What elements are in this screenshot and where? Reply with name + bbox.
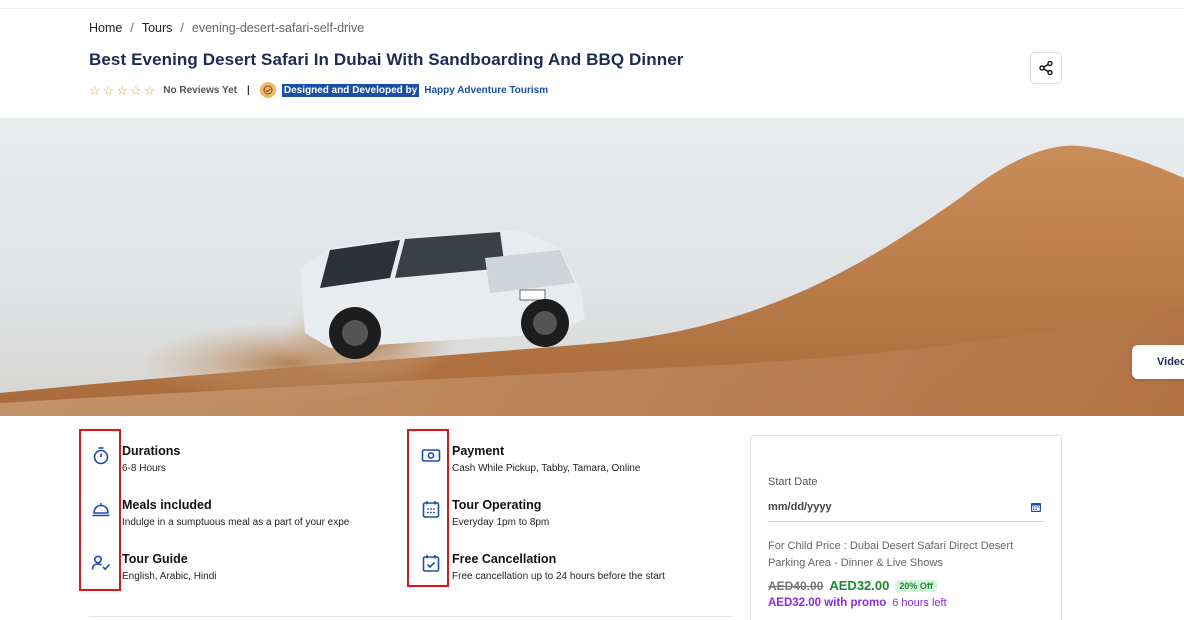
start-date-label: Start Date bbox=[768, 476, 818, 488]
star-empty-icon: ☆ bbox=[143, 82, 156, 98]
child-price-description: For Child Price : Dubai Desert Safari Di… bbox=[768, 540, 1014, 569]
verified-badge-icon bbox=[259, 82, 276, 98]
date-placeholder: mm/dd/yyyy bbox=[768, 501, 832, 513]
discount-badge: 20% Off bbox=[895, 579, 937, 592]
price-row: AED40.00 AED32.00 20% Off bbox=[768, 578, 937, 593]
desert-suv-photo bbox=[0, 145, 1184, 416]
star-empty-icon: ☆ bbox=[116, 82, 128, 98]
booking-panel: Start Date mm/dd/yyyy For Child Price : … bbox=[750, 435, 1062, 620]
feature-desc: Cash While Pickup, Tabby, Tamara, Online bbox=[452, 463, 641, 474]
feature-desc: English, Arabic, Hindi bbox=[122, 571, 217, 582]
section-divider bbox=[89, 616, 732, 617]
designed-by-label: Designed and Developed by bbox=[281, 83, 420, 97]
time-left: 6 hours left bbox=[892, 597, 947, 609]
reviews-count: No Reviews Yet bbox=[163, 84, 238, 96]
tour-meta: ☆ ☆ ☆ ☆ ☆ No Reviews Yet | Designed and … bbox=[89, 81, 548, 99]
header-divider bbox=[0, 8, 1184, 9]
feature-title: Tour Guide bbox=[122, 552, 188, 566]
video-button[interactable]: Video bbox=[1132, 345, 1184, 379]
feature-title: Tour Operating bbox=[452, 498, 542, 512]
breadcrumb: Home / Tours / evening-desert-safari-sel… bbox=[89, 21, 364, 35]
rating-stars: ☆ ☆ ☆ ☆ ☆ bbox=[89, 84, 155, 97]
share-button[interactable] bbox=[1030, 52, 1062, 84]
page-title: Best Evening Desert Safari In Dubai With… bbox=[89, 50, 684, 69]
calendar-icon[interactable] bbox=[1030, 501, 1042, 513]
breadcrumb-tours-link[interactable]: Tours bbox=[142, 21, 173, 35]
promo-row: AED32.00 with promo 6 hours left bbox=[768, 597, 947, 609]
start-date-input[interactable]: mm/dd/yyyy bbox=[768, 496, 1044, 522]
feature-desc: Indulge in a sumptuous meal as a part of… bbox=[122, 517, 350, 528]
feature-title: Free Cancellation bbox=[452, 552, 557, 566]
feature-desc: Everyday 1pm to 8pm bbox=[452, 517, 550, 528]
feature-desc: 6-8 Hours bbox=[122, 463, 166, 474]
feature-title: Durations bbox=[122, 444, 181, 458]
highlight-box-left bbox=[79, 429, 121, 591]
star-empty-icon: ☆ bbox=[89, 82, 101, 98]
feature-title: Payment bbox=[452, 444, 505, 458]
share-icon bbox=[1039, 60, 1053, 76]
hero-image bbox=[0, 118, 1184, 416]
breadcrumb-home-link[interactable]: Home bbox=[89, 21, 122, 35]
discounted-price: AED32.00 bbox=[829, 578, 890, 593]
original-price: AED40.00 bbox=[768, 578, 824, 593]
meta-separator: | bbox=[247, 84, 250, 96]
breadcrumb-separator: / bbox=[130, 21, 134, 35]
highlight-box-right bbox=[407, 429, 449, 587]
star-empty-icon: ☆ bbox=[102, 82, 115, 98]
feature-title: Meals included bbox=[122, 498, 212, 512]
company-link[interactable]: Happy Adventure Tourism bbox=[424, 85, 548, 96]
promo-price: AED32.00 with promo bbox=[768, 597, 887, 609]
breadcrumb-separator: / bbox=[180, 21, 184, 35]
star-empty-icon: ☆ bbox=[129, 82, 142, 98]
breadcrumb-current: evening-desert-safari-self-drive bbox=[191, 21, 365, 35]
feature-desc: Free cancellation up to 24 hours before … bbox=[452, 571, 665, 582]
